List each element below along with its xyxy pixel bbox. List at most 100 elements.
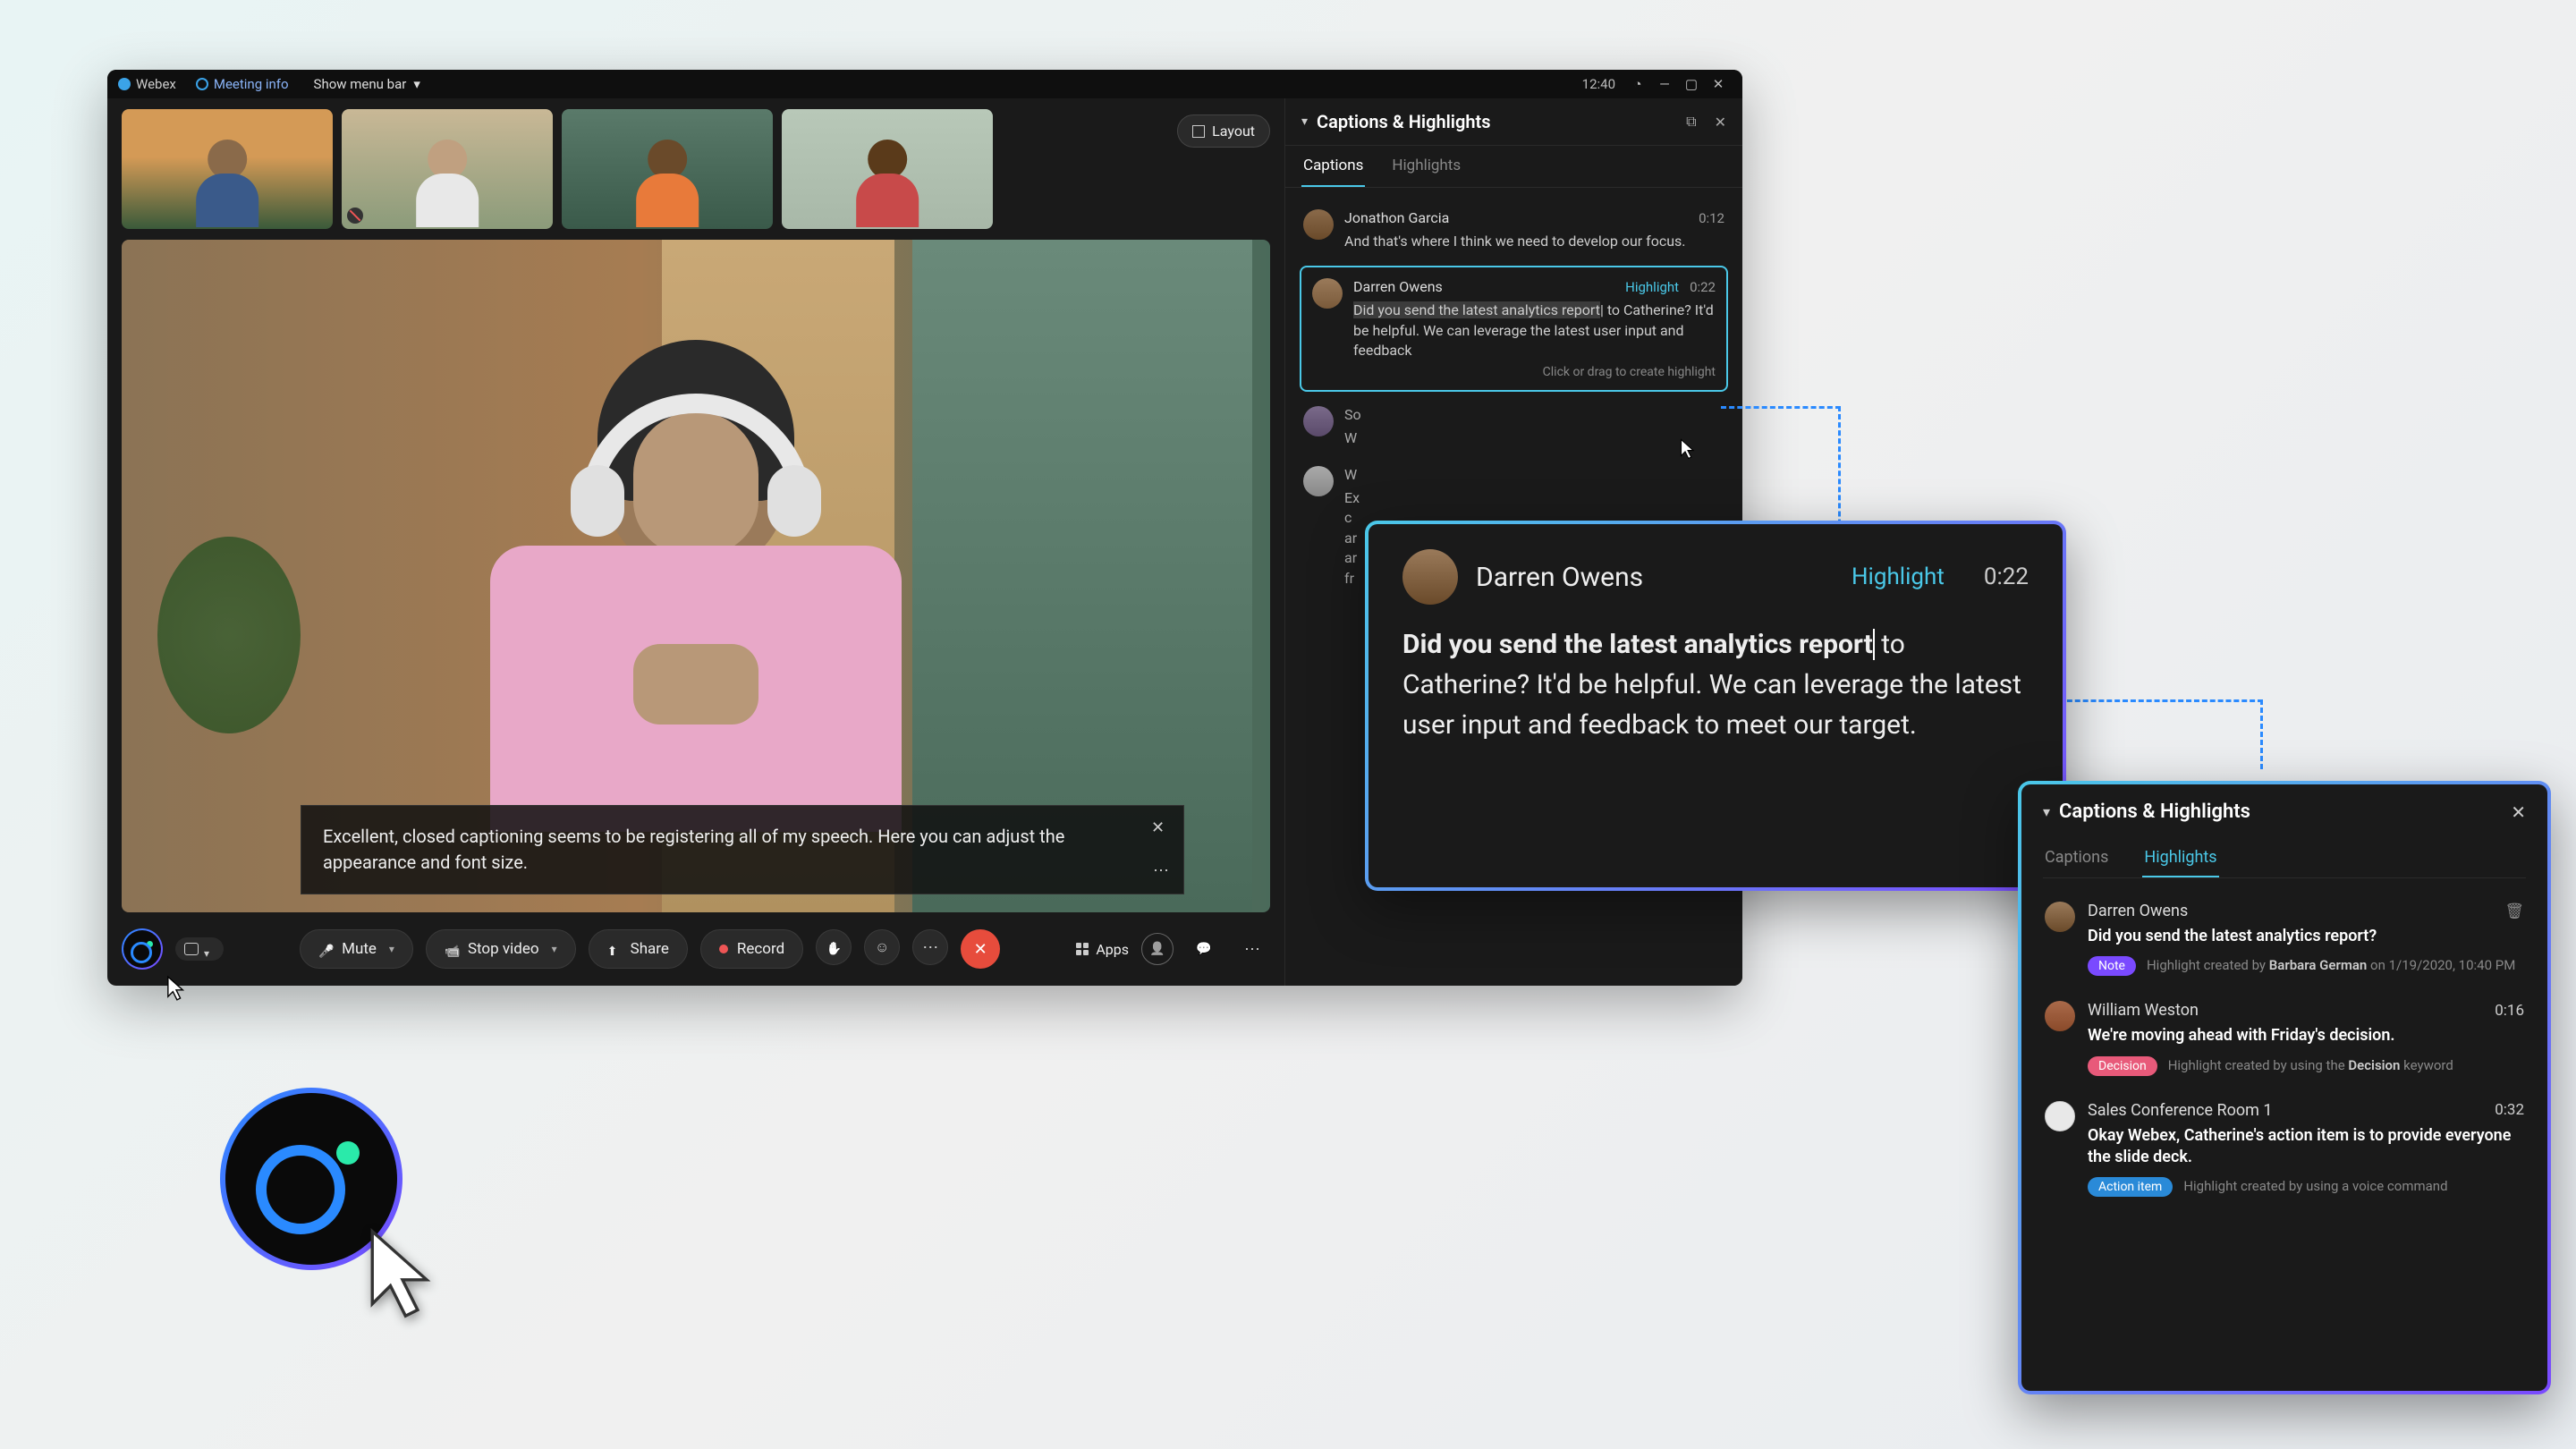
avatar	[2045, 902, 2075, 932]
window-titlebar: Webex Meeting info Show menu bar ▾ 12:40…	[107, 70, 1742, 98]
raise-hand-button[interactable]	[816, 929, 852, 965]
emoji-icon	[875, 938, 889, 956]
caption-icon	[184, 943, 199, 955]
maximize-button[interactable]: ▢	[1678, 76, 1705, 92]
more-icon	[1244, 940, 1260, 959]
highlight-item[interactable]: William Weston 0:16 We're moving ahead w…	[2043, 988, 2526, 1088]
chevron-down-icon: ▾	[413, 76, 420, 92]
active-speaker-video: Excellent, closed captioning seems to be…	[122, 240, 1270, 912]
highlights-list: Darren Owens 🗑 Did you send the latest a…	[2043, 889, 2526, 1209]
avatar	[1312, 278, 1343, 309]
layout-button[interactable]: Layout	[1177, 114, 1270, 148]
panel-more-button[interactable]	[1234, 931, 1270, 967]
highlight-item[interactable]: Sales Conference Room 1 0:32 Okay Webex,…	[2043, 1089, 2526, 1210]
highlight-item[interactable]: Darren Owens 🗑 Did you send the latest a…	[2043, 889, 2526, 988]
meeting-info-button[interactable]: Meeting info	[196, 76, 289, 92]
highlight-label[interactable]: Highlight	[1852, 564, 1945, 590]
brand-label: Webex	[136, 76, 176, 92]
tab-captions[interactable]: Captions	[2043, 839, 2110, 877]
caption-toggle[interactable]	[175, 937, 224, 961]
avatar	[1303, 406, 1334, 436]
apps-icon	[1076, 943, 1089, 955]
highlight-zoom-card: Darren Owens Highlight 0:22 Did you send…	[1365, 521, 2066, 891]
avatar	[1303, 466, 1334, 496]
decision-pill: Decision	[2088, 1056, 2157, 1076]
participant-thumb[interactable]	[782, 109, 993, 229]
share-icon	[607, 942, 622, 956]
connector-line	[2059, 699, 2263, 769]
delete-icon[interactable]: 🗑	[2504, 902, 2524, 920]
stop-video-button[interactable]: Stop video ▾	[426, 929, 576, 969]
close-icon[interactable]: ✕	[2511, 801, 2526, 823]
apps-button[interactable]: Apps	[1076, 941, 1129, 958]
avatar	[1402, 549, 1458, 605]
avatar	[2045, 1101, 2075, 1131]
panel-tabs: Captions Highlights	[2043, 839, 2526, 878]
record-icon	[719, 945, 728, 953]
camera-icon	[445, 942, 459, 956]
clock: 12:40	[1582, 76, 1615, 92]
caption-text: Did you send the latest analytics report…	[1353, 301, 1716, 360]
panel-title: Captions & Highlights	[2059, 801, 2502, 823]
live-caption-box: Excellent, closed captioning seems to be…	[301, 805, 1184, 894]
participant-thumb[interactable]	[342, 109, 553, 229]
close-panel-icon[interactable]: ✕	[1715, 114, 1726, 131]
collapse-icon[interactable]: ▾	[1301, 114, 1308, 129]
participant-filmstrip	[107, 98, 1284, 229]
panel-title: Captions & Highlights	[1317, 111, 1668, 132]
caption-item-highlighted[interactable]: Darren Owens Highlight 0:22 Did you send…	[1300, 266, 1728, 391]
collapse-icon[interactable]: ▾	[2043, 803, 2050, 820]
chevron-down-icon: ▾	[389, 943, 394, 955]
minimize-button[interactable]: —	[1651, 76, 1678, 92]
leave-meeting-button[interactable]: ✕	[961, 929, 1000, 969]
mute-button[interactable]: Mute ▾	[300, 929, 413, 969]
avatar	[1303, 209, 1334, 240]
popout-icon[interactable]: ⧉	[1686, 113, 1696, 131]
cursor-icon	[1680, 438, 1696, 460]
note-pill: Note	[2088, 956, 2136, 976]
highlight-meta: Highlight created by Barbara German on 1…	[2147, 956, 2515, 974]
highlight-meta: Highlight created by using a voice comma…	[2183, 1177, 2447, 1195]
avatar	[2045, 1001, 2075, 1031]
record-button[interactable]: Record	[700, 929, 803, 969]
show-menu-bar-button[interactable]: Show menu bar ▾	[314, 76, 420, 92]
webex-assistant-button[interactable]	[122, 928, 163, 970]
highlight-meta: Highlight created by using the Decision …	[2168, 1056, 2453, 1074]
webex-logo-icon	[118, 78, 131, 90]
caption-more-button[interactable]: ⋯	[1153, 860, 1171, 883]
timestamp: 0:22	[1984, 564, 2029, 590]
highlight-tooltip: Click or drag to create highlight	[1353, 365, 1716, 379]
muted-icon	[347, 208, 363, 224]
close-button[interactable]: ✕	[1705, 76, 1732, 92]
hand-icon	[826, 939, 841, 956]
panel-tabs: Captions Highlights	[1285, 146, 1742, 188]
profile-icon[interactable]: ◔	[1624, 76, 1651, 92]
caption-item[interactable]: So W	[1300, 397, 1728, 457]
highlight-text: Did you send the latest analytics report…	[1402, 624, 2029, 745]
speaker-name: Darren Owens	[1476, 562, 1643, 593]
participants-button[interactable]	[1141, 933, 1174, 965]
chat-button[interactable]	[1186, 931, 1222, 967]
video-area: Layout Excellent, closed captioning	[107, 98, 1284, 986]
meeting-controls: Mute ▾ Stop video ▾ Share Record	[107, 912, 1284, 986]
more-icon	[922, 938, 938, 957]
cursor-icon	[365, 1225, 440, 1326]
caption-text: Excellent, closed captioning seems to be…	[323, 826, 1064, 873]
reactions-button[interactable]	[864, 929, 900, 965]
layout-icon	[1192, 125, 1205, 138]
action-item-pill: Action item	[2088, 1177, 2173, 1197]
tab-highlights[interactable]: Highlights	[1390, 146, 1462, 187]
tab-highlights[interactable]: Highlights	[2142, 839, 2218, 877]
close-caption-button[interactable]: ✕	[1151, 817, 1171, 836]
chevron-down-icon: ▾	[552, 943, 557, 955]
more-options-button[interactable]	[912, 929, 948, 965]
participant-thumb[interactable]	[122, 109, 333, 229]
microphone-icon	[318, 942, 333, 956]
cursor-icon	[166, 975, 186, 1002]
participant-thumb[interactable]	[562, 109, 773, 229]
share-button[interactable]: Share	[589, 929, 688, 969]
chevron-down-icon	[204, 944, 215, 954]
tab-captions[interactable]: Captions	[1301, 146, 1365, 187]
caption-item[interactable]: Jonathon Garcia 0:12 And that's where I …	[1300, 200, 1728, 260]
highlights-panel: ▾ Captions & Highlights ✕ Captions Highl…	[2018, 781, 2551, 1394]
